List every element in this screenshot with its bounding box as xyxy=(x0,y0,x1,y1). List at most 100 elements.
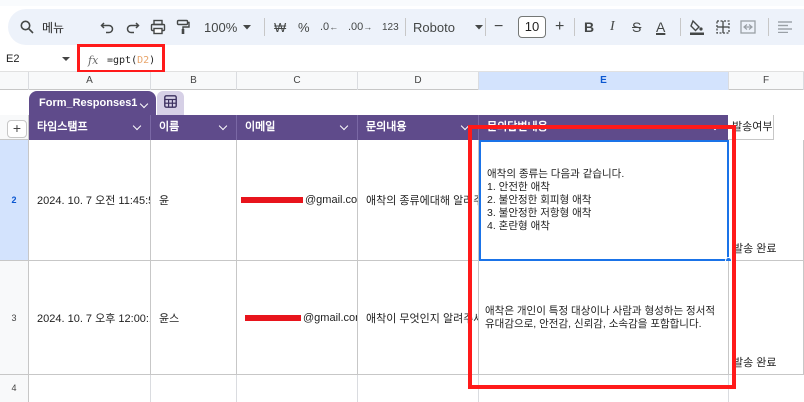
italic-label: I xyxy=(610,19,615,34)
chevron-down-icon xyxy=(243,24,252,30)
bold-button[interactable]: B xyxy=(584,9,594,45)
table-header-row: 타임스탬프 이름 이메일 문의내용 문의답변내용 xyxy=(29,115,774,140)
answer-line: 4. 혼란형 애착 xyxy=(487,220,550,232)
font-name: Roboto xyxy=(413,19,455,35)
number-format-button[interactable]: 123 xyxy=(382,9,399,45)
font-size-increase-button[interactable]: + xyxy=(555,9,564,45)
number-format-label: 123 xyxy=(382,21,399,33)
font-select[interactable]: Roboto xyxy=(413,9,483,45)
divider xyxy=(768,18,769,36)
divider xyxy=(574,18,575,36)
divider xyxy=(405,18,406,36)
paint-format-icon[interactable] xyxy=(176,9,190,45)
plus-icon: + xyxy=(555,18,565,35)
empty-cell[interactable] xyxy=(479,375,729,402)
cell-name[interactable]: 윤 xyxy=(151,140,237,261)
header-label: 타임스탬프 xyxy=(37,121,88,133)
merge-cells-icon[interactable] xyxy=(740,9,756,45)
cell-timestamp[interactable]: 2024. 10. 7 오후 12:00:1 xyxy=(29,261,151,375)
cell-status[interactable]: 발송 완료 xyxy=(729,261,804,375)
table-name: Form_Responses1 xyxy=(39,97,138,109)
cell-inquiry[interactable]: 애착이 무엇인지 알려주세 xyxy=(358,261,479,375)
name-box[interactable]: E2 xyxy=(6,53,19,65)
align-icon[interactable] xyxy=(778,9,792,45)
decimal-less-label: .0 xyxy=(320,21,330,33)
strikethrough-button[interactable]: S xyxy=(632,9,641,45)
font-size-input[interactable]: 10 xyxy=(518,16,546,38)
column-header-a[interactable]: A xyxy=(29,72,151,90)
empty-cell[interactable] xyxy=(358,375,479,402)
redo-icon[interactable] xyxy=(126,9,140,45)
select-all-corner[interactable] xyxy=(0,72,29,90)
cell-answer-selected[interactable]: 애착의 종류는 다음과 같습니다. 1. 안전한 애착 2. 불안정한 회피형 … xyxy=(479,140,729,261)
decrease-decimal-button[interactable]: .0 ← xyxy=(320,9,338,45)
cell-status[interactable]: 발송 완료 xyxy=(729,140,804,261)
header-status[interactable]: 발송여부 xyxy=(728,115,774,140)
menu-label: 메뉴 xyxy=(42,20,65,35)
cell-timestamp[interactable]: 2024. 10. 7 오전 11:45:5 xyxy=(29,140,151,261)
percent-format-button[interactable]: % xyxy=(298,9,310,45)
answer-line: 2. 불안정한 회피형 애착 xyxy=(487,194,592,206)
divider xyxy=(680,18,681,36)
menu-search[interactable]: 메뉴 xyxy=(20,9,64,45)
cell-name[interactable]: 윤스 xyxy=(151,261,237,375)
header-timestamp[interactable]: 타임스탬프 xyxy=(29,115,151,140)
column-header-c[interactable]: C xyxy=(237,72,358,90)
chevron-down-icon[interactable] xyxy=(62,57,70,61)
header-email[interactable]: 이메일 xyxy=(237,115,358,140)
cell-email[interactable]: @gmail.com xyxy=(237,140,358,261)
header-name[interactable]: 이름 xyxy=(151,115,237,140)
toolbar: 메뉴 100% ₩ % .0 ← .00 → 123 Roboto − 10 + B… xyxy=(8,9,804,45)
header-answer[interactable]: 문의답변내용 xyxy=(479,115,729,140)
table-view-button[interactable] xyxy=(157,91,184,115)
chevron-down-icon xyxy=(710,121,720,131)
cell-email[interactable]: @gmail.com xyxy=(237,261,358,375)
text-color-button[interactable]: A xyxy=(656,9,665,45)
currency-format-button[interactable]: ₩ xyxy=(274,9,286,45)
answer-line: 애착의 종류는 다음과 같습니다. xyxy=(487,168,625,180)
zoom-select[interactable]: 100% xyxy=(204,9,252,45)
decimal-more-label: .00 xyxy=(348,21,364,33)
bold-label: B xyxy=(584,19,595,35)
header-label: 이메일 xyxy=(245,121,276,133)
header-label: 문의답변내용 xyxy=(487,121,548,133)
cell-answer[interactable]: 애착은 개인이 특정 대상이나 사람과 형성하는 정서적 유대감으로, 안전감,… xyxy=(479,261,729,375)
column-header-bar: A B C D E F xyxy=(0,72,804,90)
currency-label: ₩ xyxy=(274,19,287,35)
undo-icon[interactable] xyxy=(100,9,114,45)
formula-highlight-box xyxy=(77,44,165,73)
search-icon xyxy=(20,20,34,34)
empty-cell[interactable] xyxy=(237,375,358,402)
column-header-e[interactable]: E xyxy=(479,72,729,90)
header-label: 이름 xyxy=(159,121,180,133)
row-header-3[interactable]: 3 xyxy=(0,261,29,375)
column-header-f[interactable]: F xyxy=(729,72,804,90)
borders-icon[interactable] xyxy=(716,9,730,45)
header-inquiry[interactable]: 문의내용 xyxy=(358,115,479,140)
fill-color-icon[interactable] xyxy=(690,9,704,45)
chevron-down-icon xyxy=(474,24,483,30)
italic-button[interactable]: I xyxy=(610,9,615,45)
row-header-4[interactable]: 4 xyxy=(0,375,29,402)
cell-inquiry[interactable]: 애착의 종류에대해 알려주 xyxy=(358,140,479,261)
add-column-button[interactable]: + xyxy=(7,120,27,138)
strikethrough-label: S xyxy=(632,19,642,35)
header-label: 문의내용 xyxy=(366,121,407,133)
increase-decimal-button[interactable]: .00 → xyxy=(348,9,372,45)
column-header-d[interactable]: D xyxy=(358,72,479,90)
row-header-2[interactable]: 2 xyxy=(0,140,29,261)
column-header-b[interactable]: B xyxy=(151,72,237,90)
answer-text: 애착은 개인이 특정 대상이나 사람과 형성하는 정서적 유대감으로, 안전감,… xyxy=(485,304,716,330)
clipped-top-bar xyxy=(0,0,804,6)
zoom-value: 100% xyxy=(204,19,238,35)
redacted-email-mark xyxy=(245,314,301,321)
chevron-down-icon xyxy=(139,99,149,109)
print-icon[interactable] xyxy=(150,9,166,45)
empty-cell[interactable] xyxy=(151,375,237,402)
font-size-decrease-button[interactable]: − xyxy=(494,9,503,45)
table-name-tab[interactable]: Form_Responses1 xyxy=(29,91,156,115)
answer-line: 1. 안전한 애착 xyxy=(487,181,550,193)
chevron-down-icon xyxy=(218,121,228,131)
empty-cell[interactable] xyxy=(29,375,151,402)
email-suffix: @gmail.com xyxy=(305,194,358,206)
